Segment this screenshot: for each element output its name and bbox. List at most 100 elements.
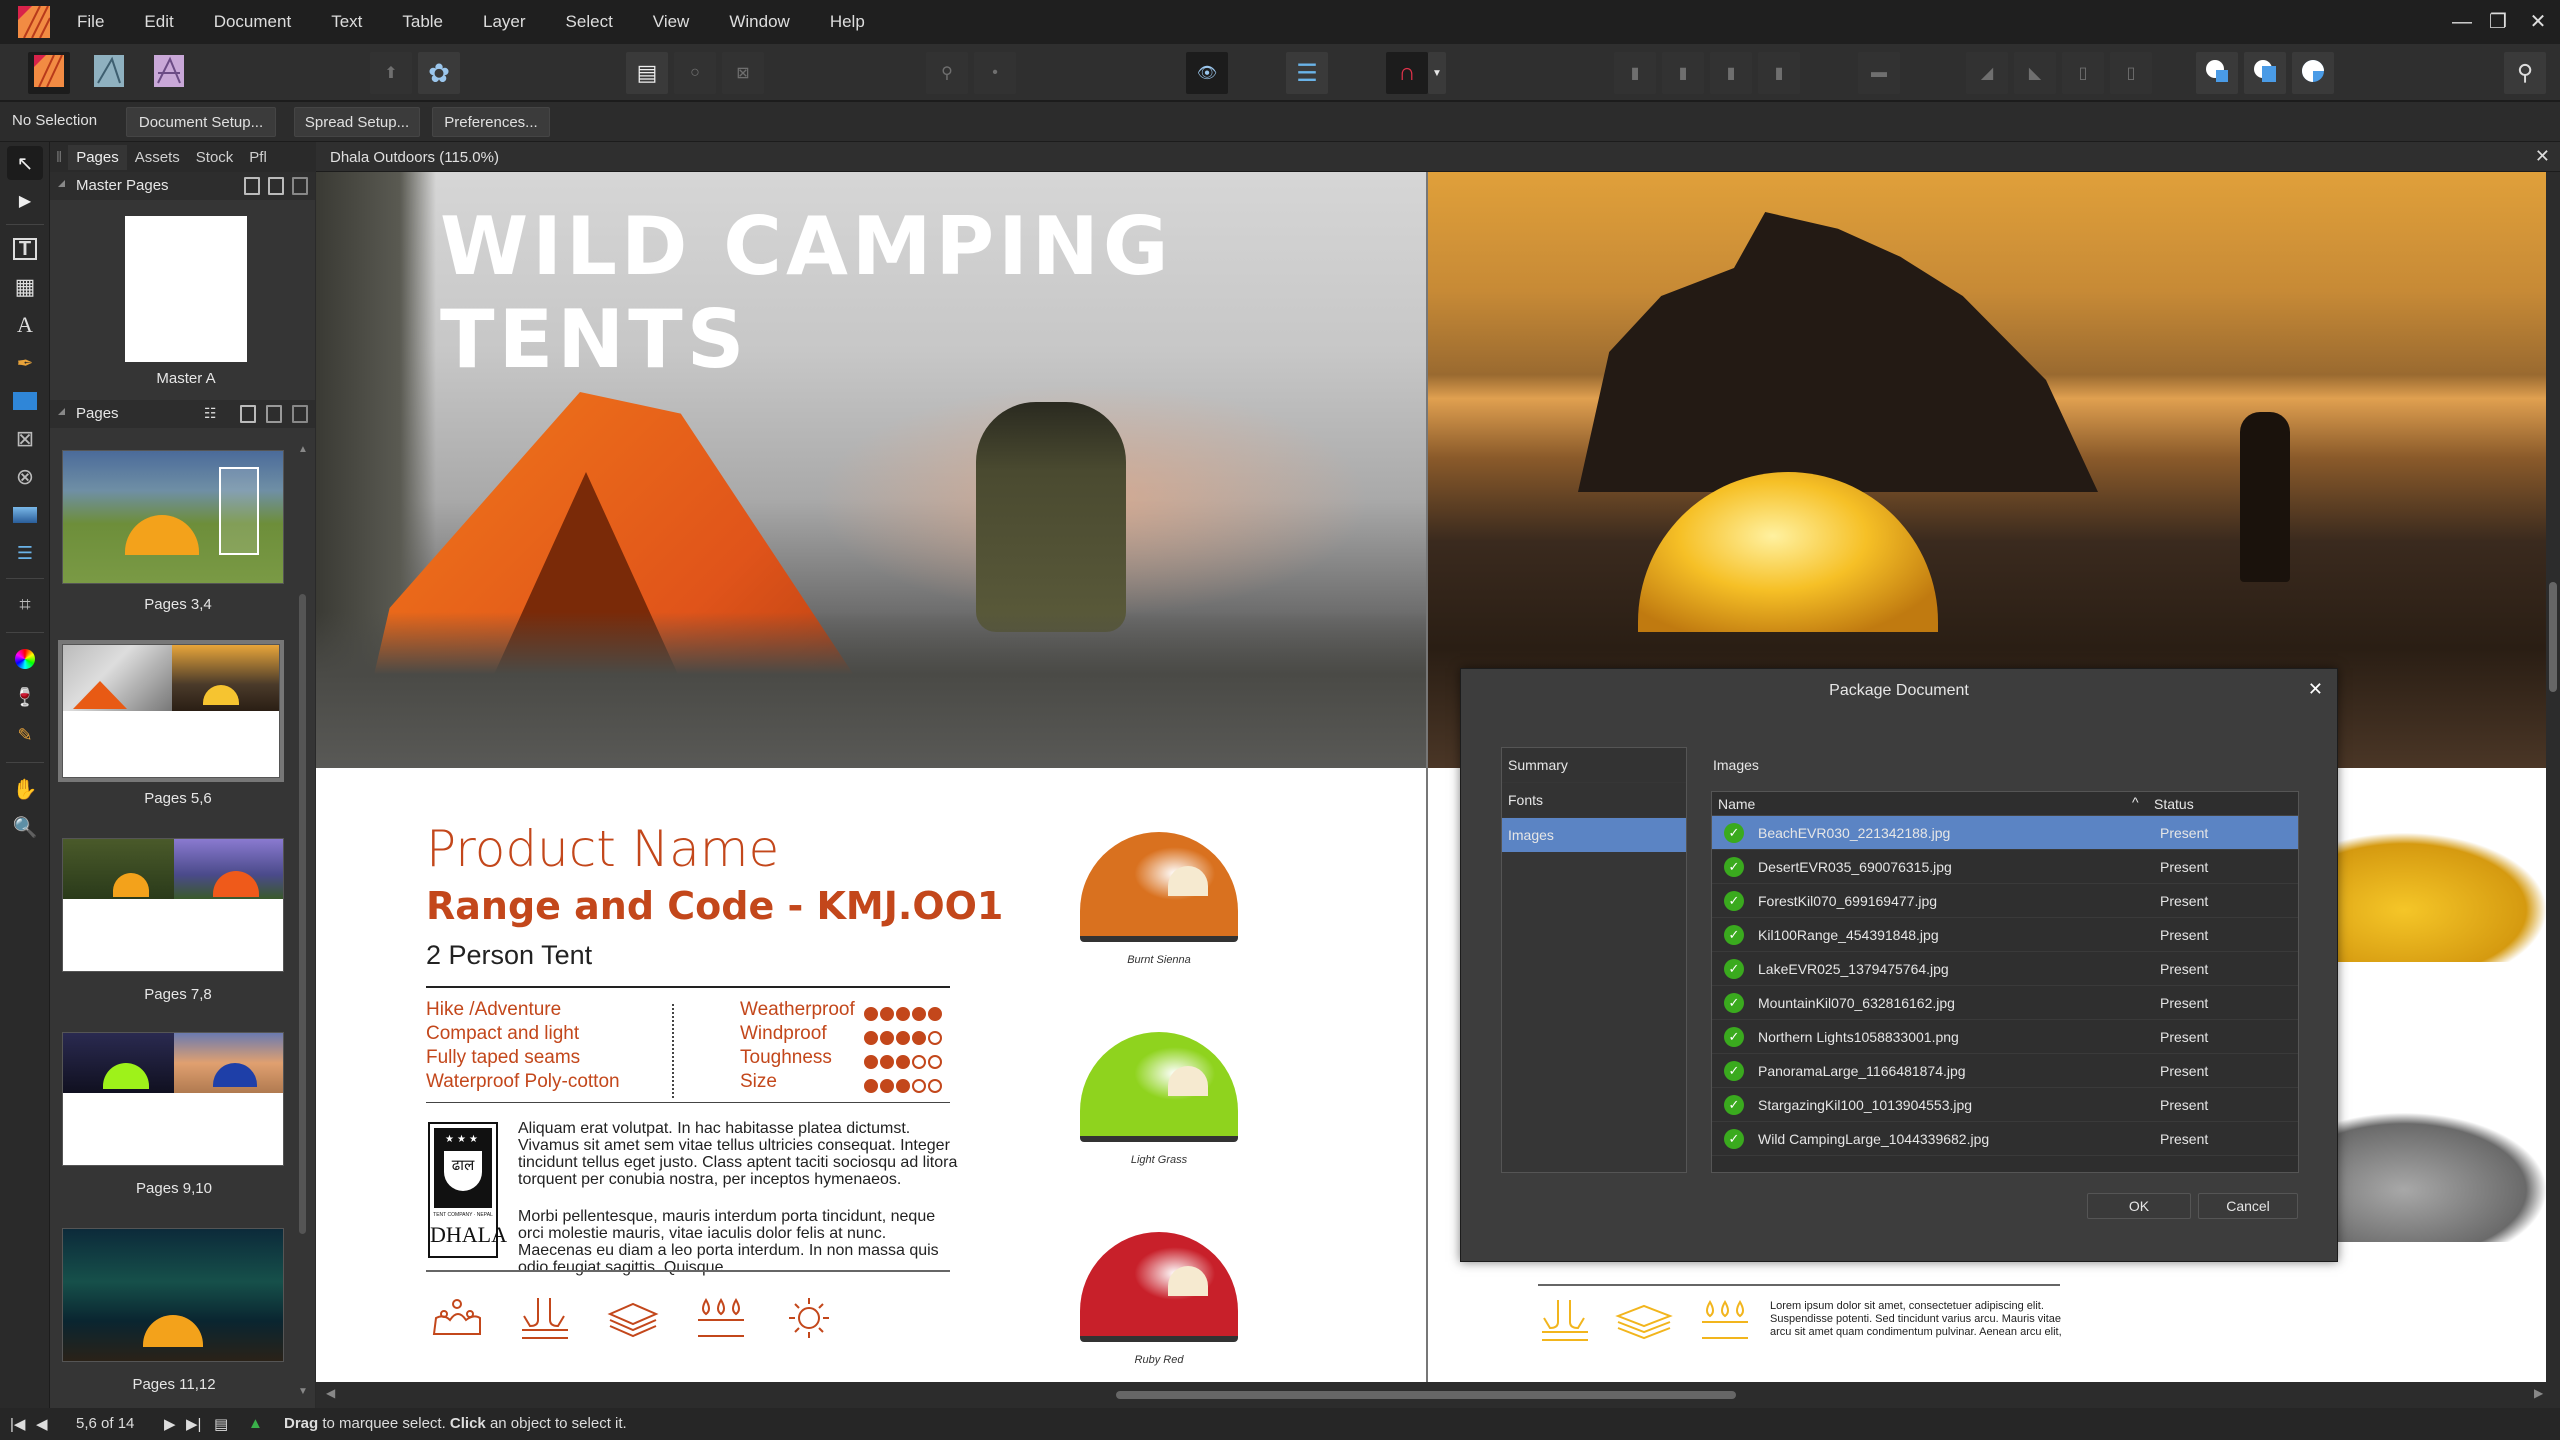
spread-thumbnail-7-8[interactable]: [62, 838, 284, 972]
align-center-button[interactable]: ▮: [1662, 52, 1704, 94]
arrange-forward-button[interactable]: ▯: [2062, 52, 2104, 94]
body-paragraph-1[interactable]: Aliquam erat volutpat. In hac habitasse …: [518, 1120, 958, 1188]
collapse-triangle-icon[interactable]: [58, 408, 65, 415]
align-top-button[interactable]: ▮: [1758, 52, 1800, 94]
tent-type[interactable]: 2 Person Tent: [426, 940, 592, 971]
close-window-button[interactable]: ✕: [2524, 8, 2552, 36]
pages-icon[interactable]: ▤: [214, 1415, 228, 1433]
fill-tool[interactable]: [7, 642, 43, 676]
insert-pages-icon[interactable]: ☷: [204, 405, 220, 423]
preflight-button[interactable]: ✿: [418, 52, 460, 94]
restore-button[interactable]: ❐: [2484, 8, 2512, 36]
text-frame-button[interactable]: ▤: [626, 52, 668, 94]
zoom-tool[interactable]: 🔍: [7, 810, 43, 844]
account-button[interactable]: ⚲: [2504, 52, 2546, 94]
frame-text-tool[interactable]: T: [7, 232, 43, 266]
color-picker-tool[interactable]: ✎: [7, 718, 43, 752]
distribute-button[interactable]: ▬: [1858, 52, 1900, 94]
tent-swatch[interactable]: Burnt Sienna: [1074, 832, 1244, 972]
menu-view[interactable]: View: [636, 12, 707, 32]
image-row[interactable]: ✓ Kil100Range_454391848.jpg Present: [1712, 918, 2298, 952]
image-row[interactable]: ✓ ForestKil070_699169477.jpg Present: [1712, 884, 2298, 918]
name-column-header[interactable]: Name: [1718, 796, 1755, 812]
hero-image-wild-camping[interactable]: WILD CAMPING TENTS: [316, 172, 1426, 768]
align-right-button[interactable]: ▮: [1710, 52, 1752, 94]
table-tool[interactable]: ▦: [7, 270, 43, 304]
vertical-scroll-thumb[interactable]: [2549, 582, 2557, 692]
next-page-button[interactable]: ▶: [164, 1415, 176, 1433]
rotate-button[interactable]: ◣: [2014, 52, 2056, 94]
image-row[interactable]: ✓ DesertEVR035_690076315.jpg Present: [1712, 850, 2298, 884]
crop-tool[interactable]: ⌗: [7, 588, 43, 622]
first-page-button[interactable]: |◀: [10, 1415, 25, 1433]
pen-tool[interactable]: ✒: [7, 346, 43, 380]
scroll-right-arrow[interactable]: ▶: [2534, 1386, 2543, 1400]
menu-file[interactable]: File: [60, 12, 121, 32]
tab-assets[interactable]: Assets: [127, 145, 188, 170]
delete-page-icon[interactable]: [292, 405, 308, 423]
right-body-text[interactable]: Lorem ipsum dolor sit amet, consectetuer…: [1770, 1300, 2070, 1339]
arrange-back-button[interactable]: ▯: [2110, 52, 2152, 94]
artistic-text-tool[interactable]: A: [7, 308, 43, 342]
scroll-left-arrow[interactable]: ◀: [326, 1386, 335, 1400]
scroll-up-arrow[interactable]: ▲: [298, 444, 308, 455]
range-and-code[interactable]: Range and Code - KMJ.OO1: [426, 884, 1003, 928]
menu-window[interactable]: Window: [712, 12, 806, 32]
vertical-scrollbar[interactable]: [2546, 172, 2560, 1382]
product-name[interactable]: Product Name: [426, 820, 779, 878]
designer-persona-button[interactable]: [88, 52, 130, 94]
image-row[interactable]: ✓ LakeEVR025_1379475764.jpg Present: [1712, 952, 2298, 986]
panel-grip-icon[interactable]: ‖: [50, 145, 68, 170]
place-image-tool[interactable]: [7, 498, 43, 532]
text-frame-toggle-button[interactable]: ☰: [1286, 52, 1328, 94]
spread-thumbnail-5-6[interactable]: [62, 644, 280, 778]
tab-stock[interactable]: Stock: [188, 145, 242, 170]
master-pages-header[interactable]: Master Pages: [50, 172, 315, 200]
ellipse-frame-button[interactable]: ○: [674, 52, 716, 94]
horizontal-scrollbar[interactable]: ◀ ▶: [316, 1382, 2560, 1408]
document-setup-button[interactable]: Document Setup...: [126, 107, 276, 137]
image-row[interactable]: ✓ Wild CampingLarge_1044339682.jpg Present: [1712, 1122, 2298, 1156]
minimize-button[interactable]: —: [2448, 8, 2476, 36]
page-5[interactable]: WILD CAMPING TENTS Product Name Range an…: [316, 172, 1426, 1382]
share-button[interactable]: ⬆: [370, 52, 412, 94]
body-paragraph-2[interactable]: Morbi pellentesque, mauris interdum port…: [518, 1208, 958, 1276]
delete-master-icon[interactable]: [292, 177, 308, 195]
wrap-tight-button[interactable]: [2292, 52, 2334, 94]
publisher-persona-button[interactable]: [28, 52, 70, 94]
snapping-dropdown[interactable]: ▼: [1428, 52, 1446, 94]
duplicate-master-icon[interactable]: [268, 177, 284, 195]
last-page-button[interactable]: ▶|: [186, 1415, 201, 1433]
wrap-square-button[interactable]: [2244, 52, 2286, 94]
menu-layer[interactable]: Layer: [466, 12, 543, 32]
horizontal-scroll-thumb[interactable]: [1116, 1391, 1736, 1399]
image-row[interactable]: ✓ PanoramaLarge_1166481874.jpg Present: [1712, 1054, 2298, 1088]
cancel-button[interactable]: Cancel: [2198, 1193, 2298, 1219]
sort-ascending-icon[interactable]: ^: [2132, 794, 2139, 810]
scroll-down-arrow[interactable]: ▼: [298, 1386, 308, 1397]
nav-fonts[interactable]: Fonts: [1502, 783, 1686, 817]
image-row[interactable]: ✓ Northern Lights1058833001.png Present: [1712, 1020, 2298, 1054]
add-master-icon[interactable]: [244, 177, 260, 195]
document-tab[interactable]: Dhala Outdoors (115.0%) ✕: [316, 142, 2560, 172]
menu-edit[interactable]: Edit: [127, 12, 190, 32]
node-tool[interactable]: ▶: [7, 184, 43, 218]
rectangle-frame-tool[interactable]: ⊠: [7, 422, 43, 456]
headline[interactable]: WILD CAMPING TENTS: [440, 200, 1426, 386]
rating-labels[interactable]: Weatherproof Windproof Toughness Size: [740, 998, 855, 1094]
image-row[interactable]: ✓ MountainKil070_632816162.jpg Present: [1712, 986, 2298, 1020]
image-row[interactable]: ✓ BeachEVR030_221342188.jpg Present: [1712, 816, 2298, 850]
tent-swatch[interactable]: Light Grass: [1074, 1032, 1244, 1172]
spread-thumbnail-9-10[interactable]: [62, 1032, 284, 1166]
pages-header[interactable]: Pages ☷: [50, 400, 315, 428]
tent-swatch[interactable]: Ruby Red: [1074, 1232, 1244, 1372]
photo-persona-button[interactable]: [148, 52, 190, 94]
ellipse-frame-tool[interactable]: ⊗: [7, 460, 43, 494]
unpin-button[interactable]: •: [974, 52, 1016, 94]
close-document-icon[interactable]: ✕: [2535, 146, 2550, 167]
wrap-none-button[interactable]: [2196, 52, 2238, 94]
rectangle-tool[interactable]: [7, 384, 43, 418]
image-row[interactable]: ✓ StargazingKil100_1013904553.jpg Present: [1712, 1088, 2298, 1122]
panel-scrollbar[interactable]: [299, 594, 306, 1234]
dialog-close-icon[interactable]: ✕: [2308, 679, 2323, 700]
